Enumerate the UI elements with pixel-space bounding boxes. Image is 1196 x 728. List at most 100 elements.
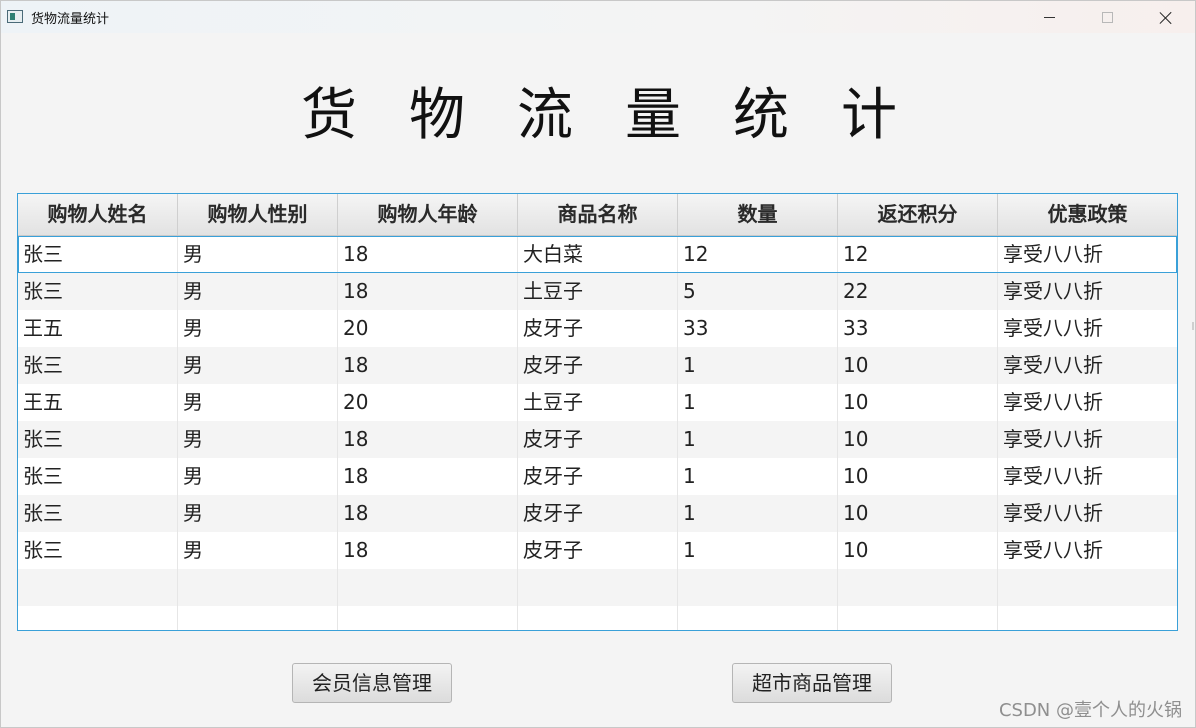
app-window: 货物流量统计 货物流量统计 购物人姓名 购物人性别 购物人年龄 商品名称 数量 … [0,0,1196,728]
table-cell [838,569,998,606]
table-cell: 大白菜 [518,236,678,273]
table-cell: 1 [678,421,838,458]
table-cell: 10 [838,421,998,458]
table-cell: 男 [178,347,338,384]
table-cell [178,569,338,606]
table-cell: 张三 [18,458,178,495]
table-cell [838,606,998,630]
table-cell: 18 [338,421,518,458]
table-cell: 20 [338,384,518,421]
table-cell: 10 [838,347,998,384]
table-cell: 18 [338,532,518,569]
watermark: CSDN @壹个人的火锅 [998,700,1182,721]
minimize-icon [1043,16,1055,18]
table-cell: 享受八八折 [1003,427,1103,451]
minimize-button[interactable] [1021,1,1077,33]
table-cell: 享受八八折 [1003,390,1103,414]
table-cell [178,606,338,630]
table-cell [18,569,178,606]
table-cell: 18 [338,236,518,273]
maximize-icon [1101,11,1113,23]
table-cell: 享受八八折 [1003,316,1103,340]
statistics-table[interactable]: 购物人姓名 购物人性别 购物人年龄 商品名称 数量 返还积分 优惠政策 张三男 1… [17,193,1178,631]
table-cell: 18 [338,347,518,384]
table-cell: 18 [338,458,518,495]
table-row-empty[interactable] [18,606,1177,630]
table-row[interactable]: 王五男 20 皮牙子 33 33 享受八八折 [18,310,1177,347]
table-row[interactable]: 张三男 18 土豆子 5 22 享受八八折 [18,273,1177,310]
table-cell: 1 [678,347,838,384]
table-cell: 皮牙子 [518,421,678,458]
table-cell: 33 [678,310,838,347]
title-bar[interactable]: 货物流量统计 [1,1,1195,33]
app-window-icon [7,10,23,23]
table-cell: 18 [338,495,518,532]
table-row[interactable]: 张三男 18 皮牙子 1 10 享受八八折 [18,495,1177,532]
table-cell: 王五 [18,384,178,421]
window-edge-mark [1192,322,1194,330]
table-cell: 张三 [18,495,178,532]
table-cell: 皮牙子 [518,310,678,347]
table-cell [518,569,678,606]
column-header-quantity[interactable]: 数量 [678,194,838,235]
column-header-product-name[interactable]: 商品名称 [518,194,678,235]
column-header-shopper-age[interactable]: 购物人年龄 [338,194,518,235]
column-header-discount[interactable]: 优惠政策 [998,194,1177,235]
table-cell: 张三 [18,532,178,569]
table-cell: 享受八八折 [1003,353,1103,377]
table-cell: 皮牙子 [518,532,678,569]
table-cell [678,606,838,630]
table-cell: 土豆子 [518,273,678,310]
member-management-button[interactable]: 会员信息管理 [292,663,452,703]
table-cell: 皮牙子 [518,495,678,532]
table-cell [678,569,838,606]
table-header: 购物人姓名 购物人性别 购物人年龄 商品名称 数量 返还积分 优惠政策 [18,194,1177,236]
table-row[interactable]: 张三男 18 皮牙子 1 10 享受八八折 [18,458,1177,495]
table-cell: 男 [178,236,338,273]
table-cell: 土豆子 [518,384,678,421]
table-cell: 12 [838,236,998,273]
column-header-points[interactable]: 返还积分 [838,194,998,235]
table-cell: 张三 [18,347,178,384]
column-header-shopper-name[interactable]: 购物人姓名 [18,194,178,235]
table-cell: 1 [678,458,838,495]
table-cell: 男 [178,384,338,421]
table-cell: 王五 [18,310,178,347]
table-cell [338,606,518,630]
table-cell [338,569,518,606]
page-title: 货物流量统计 [301,83,949,148]
goods-management-button[interactable]: 超市商品管理 [732,663,892,703]
table-cell: 1 [678,384,838,421]
table-cell: 10 [838,532,998,569]
table-cell: 享受八八折 [1003,501,1103,525]
close-icon [1159,11,1172,24]
table-cell: 18 [338,273,518,310]
table-cell: 张三 [18,421,178,458]
table-cell: 33 [838,310,998,347]
table-cell: 男 [178,421,338,458]
table-cell: 男 [178,273,338,310]
table-row[interactable]: 张三男 18 大白菜 12 12 享受八八折 [18,236,1177,273]
table-cell: 10 [838,384,998,421]
table-cell [998,606,1177,630]
table-cell: 享受八八折 [1003,279,1103,303]
column-header-shopper-gender[interactable]: 购物人性别 [178,194,338,235]
table-cell: 皮牙子 [518,458,678,495]
window-title: 货物流量统计 [31,12,110,27]
table-cell: 享受八八折 [1003,464,1103,488]
table-cell: 张三 [18,236,178,273]
table-cell: 男 [178,310,338,347]
table-cell: 12 [678,236,838,273]
table-row[interactable]: 张三男 18 皮牙子 1 10 享受八八折 [18,421,1177,458]
table-cell [18,606,178,630]
table-cell: 1 [678,532,838,569]
table-cell: 10 [838,458,998,495]
table-row-empty[interactable] [18,569,1177,606]
table-body: 张三男 18 大白菜 12 12 享受八八折 张三男 18 土豆子 5 22 享受八八折 王五男 20 皮牙… [18,236,1177,630]
table-row[interactable]: 张三男 18 皮牙子 1 10 享受八八折 [18,532,1177,569]
table-row[interactable]: 王五男 20 土豆子 1 10 享受八八折 [18,384,1177,421]
close-button[interactable] [1137,1,1193,33]
table-row[interactable]: 张三男 18 皮牙子 1 10 享受八八折 [18,347,1177,384]
maximize-button[interactable] [1079,1,1135,33]
table-cell [518,606,678,630]
